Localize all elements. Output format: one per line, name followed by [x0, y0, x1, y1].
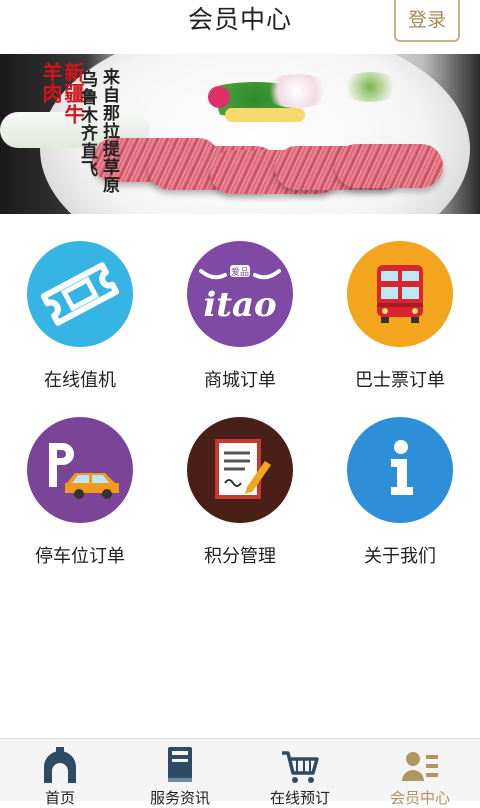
tab-home[interactable]: 首页	[0, 739, 120, 807]
banner-meat-roll	[335, 144, 443, 188]
points-document-icon	[187, 417, 293, 523]
menu-about-us[interactable]: 关于我们	[320, 417, 480, 568]
info-icon	[347, 417, 453, 523]
tab-member-center[interactable]: 会员中心	[360, 739, 480, 807]
menu-label: 在线值机	[44, 370, 116, 391]
tab-label: 在线预订	[269, 789, 330, 807]
ticket-icon	[27, 241, 133, 347]
bus-icon	[347, 241, 453, 347]
menu-label: 关于我们	[364, 546, 436, 567]
menu-label: 商城订单	[204, 370, 276, 391]
menu-mall-orders[interactable]: 爱品 itao 商城订单	[160, 241, 320, 392]
bottom-tab-bar: 首页 服务资讯 在线预订 会员中心	[0, 738, 480, 807]
menu-parking-orders[interactable]: 停车位订单	[0, 417, 160, 568]
banner-carousel[interactable]: 新疆牛羊肉 来自那拉提草原 乌鲁木齐直飞	[0, 54, 480, 214]
login-button[interactable]: 登录	[394, 0, 460, 42]
itao-logo-text: itao	[203, 285, 276, 325]
itao-badge: 爱品	[231, 267, 249, 278]
banner-line-1: 来自那拉提草原	[99, 68, 119, 194]
banner-lemon	[225, 108, 305, 122]
tab-label: 会员中心	[389, 789, 450, 807]
parking-car-icon	[27, 417, 133, 523]
banner-leaf	[340, 72, 400, 102]
banner-flower	[208, 86, 230, 108]
tab-label: 服务资讯	[149, 789, 210, 807]
menu-label: 巴士票订单	[355, 370, 445, 391]
cart-icon	[282, 751, 319, 783]
menu-label: 积分管理	[204, 546, 276, 567]
banner-radish	[262, 74, 332, 108]
tab-label: 首页	[44, 789, 75, 807]
menu-label: 停车位订单	[35, 546, 125, 567]
tab-service-news[interactable]: 服务资讯	[120, 739, 240, 807]
tab-online-booking[interactable]: 在线预订	[240, 739, 360, 807]
home-icon	[44, 747, 76, 783]
header-bar: 会员中心 登录	[0, 0, 480, 48]
banner-line-2: 乌鲁木齐直飞	[77, 70, 97, 178]
book-icon	[168, 747, 192, 782]
menu-points-management[interactable]: 积分管理	[160, 417, 320, 568]
itao-icon: 爱品 itao	[187, 241, 293, 347]
menu-bus-ticket-orders[interactable]: 巴士票订单	[320, 241, 480, 392]
member-icon	[402, 752, 438, 781]
menu-online-checkin[interactable]: 在线值机	[0, 241, 160, 392]
